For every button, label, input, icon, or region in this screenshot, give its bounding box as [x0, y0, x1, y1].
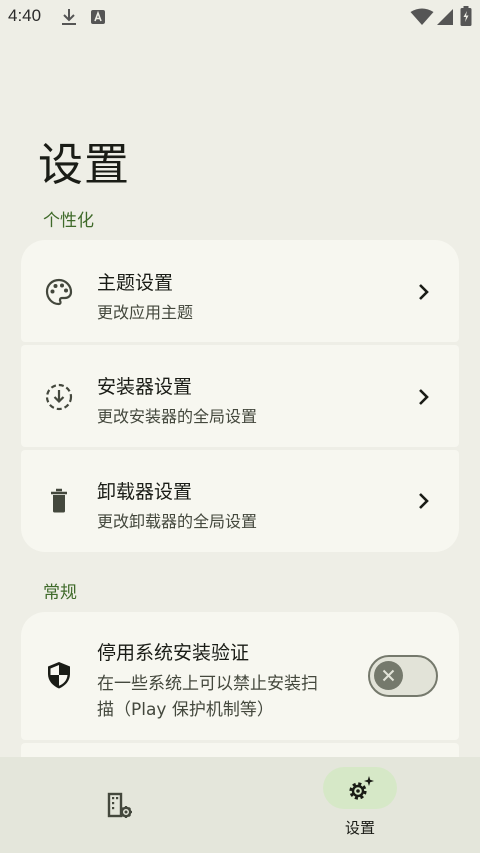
installer-settings-item[interactable]: 安装器设置 更改安装器的全局设置	[21, 345, 459, 447]
item-subtitle-line1: 在一些系统上可以禁止安装扫	[97, 674, 318, 694]
item-title: 停用系统安装验证	[97, 642, 250, 664]
theme-settings-item[interactable]: 主题设置 更改应用主题	[21, 240, 459, 342]
section-title-personalization: 个性化	[43, 211, 94, 231]
chevron-right-icon	[419, 284, 429, 300]
app-notification-icon	[91, 10, 105, 24]
item-subtitle: 更改卸载器的全局设置	[97, 512, 258, 531]
battery-charging-icon	[460, 6, 472, 26]
disable-install-verification-item[interactable]: 停用系统安装验证 在一些系统上可以禁止安装扫 描（Play 保护机制等）	[21, 612, 459, 740]
item-title: 卸载器设置	[97, 481, 193, 503]
status-bar: 4:40	[0, 0, 480, 34]
toggle-knob	[374, 661, 403, 690]
bottom-navigation: 设置	[0, 757, 480, 853]
chevron-right-icon	[419, 493, 429, 509]
cellular-signal-icon	[437, 9, 453, 25]
nav-settings-label: 设置	[344, 819, 375, 837]
page-title: 设置	[38, 138, 131, 191]
palette-icon	[45, 278, 73, 306]
nav-settings-button[interactable]	[323, 767, 397, 809]
trash-icon	[51, 488, 67, 513]
download-notification-icon	[62, 9, 76, 25]
chevron-right-icon	[419, 389, 429, 405]
shield-icon	[48, 662, 70, 689]
uninstaller-settings-item[interactable]: 卸载器设置 更改卸载器的全局设置	[21, 450, 459, 552]
item-subtitle: 更改应用主题	[97, 303, 194, 322]
wifi-icon	[410, 8, 434, 25]
download-circle-icon	[45, 383, 73, 411]
gear-sparkle-icon	[349, 776, 374, 800]
item-subtitle: 更改安装器的全局设置	[97, 407, 258, 426]
section-title-general: 常规	[43, 583, 77, 603]
item-title: 安装器设置	[97, 376, 193, 398]
close-icon	[382, 669, 395, 682]
item-title: 主题设置	[97, 272, 174, 294]
status-time: 4:40	[8, 6, 42, 25]
verification-toggle[interactable]	[368, 655, 438, 697]
item-subtitle-line2: 描（Play 保护机制等）	[97, 700, 274, 720]
app-settings-icon[interactable]	[105, 791, 135, 821]
